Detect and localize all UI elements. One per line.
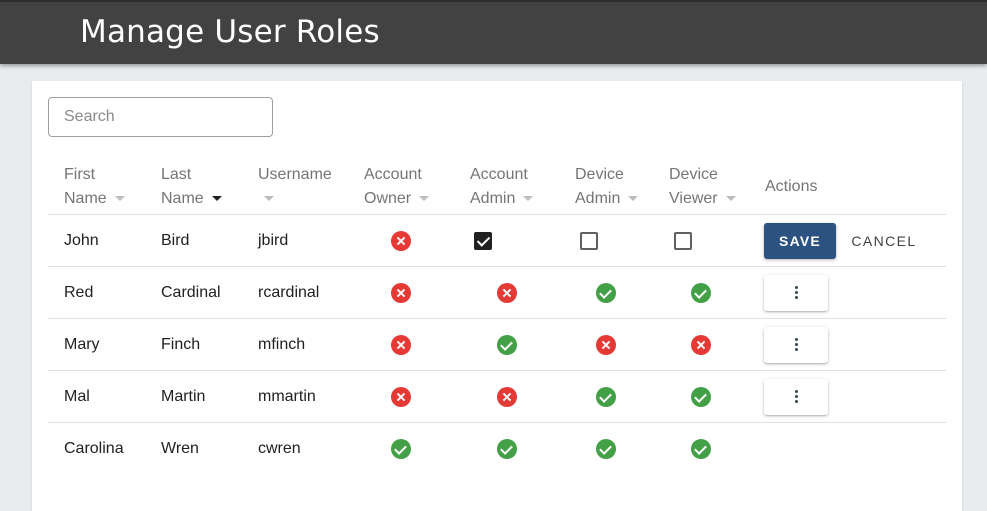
header-text: Last (161, 166, 192, 183)
user-roles-card: First Name Last Name Username Account Ow… (32, 81, 962, 511)
last-name: Bird (161, 232, 190, 249)
sort-arrow-icon[interactable] (725, 196, 736, 202)
device-admin-status (596, 387, 616, 407)
column-header-account-admin[interactable]: Account Admin (470, 163, 534, 211)
device-admin-status (596, 335, 616, 355)
cancel-button[interactable]: CANCEL (844, 223, 924, 259)
username: mmartin (258, 388, 316, 405)
header-text: Account (470, 166, 528, 183)
check-circle-icon (497, 335, 517, 355)
account-admin-status (497, 283, 517, 303)
app-header: Manage User Roles (0, 0, 987, 64)
column-header-device-viewer[interactable]: Device Viewer (669, 163, 736, 211)
device-viewer-status (691, 439, 711, 459)
account-admin-status (497, 439, 517, 459)
account-owner-status (391, 387, 411, 407)
check-circle-icon (596, 283, 616, 303)
username: cwren (258, 440, 301, 457)
sort-arrow-icon[interactable] (264, 196, 274, 202)
sort-arrow-icon[interactable] (211, 196, 222, 202)
x-circle-icon (391, 231, 411, 251)
last-name: Wren (161, 440, 199, 457)
page-title: Manage User Roles (80, 14, 380, 50)
sort-arrow-icon[interactable] (628, 196, 639, 202)
column-header-first-name[interactable]: First Name (64, 163, 125, 211)
header-text: Account (364, 166, 422, 183)
first-name: John (64, 232, 99, 249)
column-header-last-name[interactable]: Last Name (161, 163, 222, 211)
header-text: Admin (575, 190, 621, 207)
x-circle-icon (596, 335, 616, 355)
header-text: Viewer (669, 190, 718, 207)
first-name: Carolina (64, 440, 124, 457)
table-row: Carolina Wren cwren (48, 422, 946, 474)
account-admin-status (497, 335, 517, 355)
save-button[interactable]: SAVE (764, 223, 836, 259)
column-header-account-owner[interactable]: Account Owner (364, 163, 430, 211)
device-viewer-status (691, 387, 711, 407)
device-viewer-status (691, 283, 711, 303)
x-circle-icon (391, 283, 411, 303)
x-circle-icon (691, 335, 711, 355)
table-row: John Bird jbird SAVE CANCEL (48, 214, 946, 266)
account-owner-status (391, 283, 411, 303)
check-circle-icon (596, 439, 616, 459)
sort-arrow-icon[interactable] (419, 196, 430, 202)
device-admin-status (596, 283, 616, 303)
last-name: Finch (161, 336, 201, 353)
device-admin-status (596, 439, 616, 459)
table-row: Mal Martin mmartin (48, 370, 946, 422)
first-name: Mal (64, 388, 90, 405)
header-text: Admin (470, 190, 516, 207)
account-admin-status (497, 387, 517, 407)
check-circle-icon (391, 439, 411, 459)
header-text: Name (161, 190, 204, 207)
account-owner-status (391, 231, 411, 251)
account-owner-status (391, 335, 411, 355)
x-circle-icon (497, 387, 517, 407)
check-circle-icon (691, 283, 711, 303)
table-row: Red Cardinal rcardinal (48, 266, 946, 318)
column-header-username[interactable]: Username (258, 163, 332, 211)
column-header-actions: Actions (765, 178, 818, 195)
header-text: Username (258, 166, 332, 183)
last-name: Cardinal (161, 284, 221, 301)
table-row: Mary Finch mfinch (48, 318, 946, 370)
check-circle-icon (691, 439, 711, 459)
device-viewer-status (691, 335, 711, 355)
account-admin-checkbox[interactable] (474, 232, 492, 250)
header-text: Name (64, 190, 107, 207)
search-input[interactable] (48, 97, 273, 137)
username: jbird (258, 232, 289, 249)
header-text: First (64, 166, 96, 183)
more-vertical-icon (795, 286, 798, 300)
x-circle-icon (391, 335, 411, 355)
check-circle-icon (497, 439, 517, 459)
last-name: Martin (161, 388, 206, 405)
x-circle-icon (497, 283, 517, 303)
check-circle-icon (596, 387, 616, 407)
header-text: Device (669, 166, 718, 183)
device-admin-checkbox[interactable] (580, 232, 598, 250)
header-text: Owner (364, 190, 412, 207)
username: mfinch (258, 336, 306, 353)
column-header-device-admin[interactable]: Device Admin (575, 163, 639, 211)
check-circle-icon (691, 387, 711, 407)
device-viewer-checkbox[interactable] (674, 232, 692, 250)
first-name: Red (64, 284, 94, 301)
first-name: Mary (64, 336, 100, 353)
row-actions-menu-button[interactable] (764, 379, 828, 415)
username: rcardinal (258, 284, 320, 301)
account-owner-status (391, 439, 411, 459)
more-vertical-icon (795, 338, 798, 352)
row-actions-menu-button[interactable] (764, 275, 828, 311)
sort-arrow-icon[interactable] (523, 196, 534, 202)
x-circle-icon (391, 387, 411, 407)
more-vertical-icon (795, 390, 798, 404)
sort-arrow-icon[interactable] (114, 196, 125, 202)
header-text: Device (575, 166, 624, 183)
row-actions-menu-button[interactable] (764, 327, 828, 363)
